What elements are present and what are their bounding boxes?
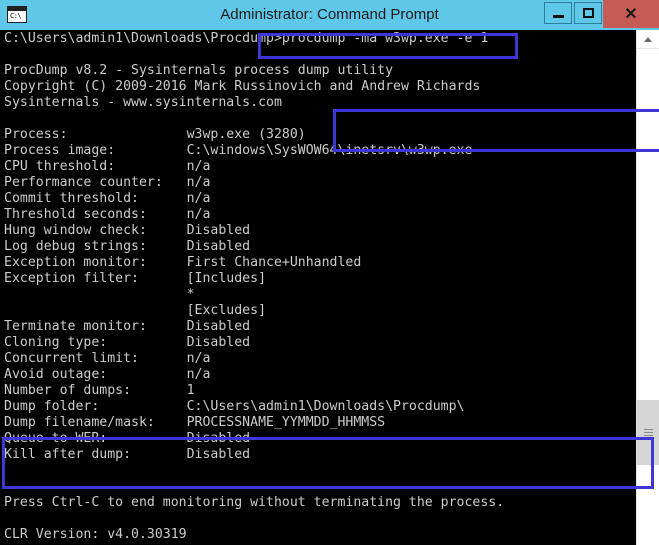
terminal-line: CPU threshold: n/a	[4, 159, 211, 174]
terminal-line: Process image: C:\windows\SysWOW64\inets…	[4, 143, 473, 158]
grip-icon	[643, 429, 653, 436]
maximize-button[interactable]	[574, 2, 602, 24]
terminal-line: ProcDump v8.2 - Sysinternals process dum…	[4, 63, 394, 78]
terminal-line: Cloning type: Disabled	[4, 335, 251, 350]
terminal-line: Queue to WER: Disabled	[4, 431, 251, 446]
terminal-line: Hung window check: Disabled	[4, 223, 251, 238]
terminal-line: Dump filename/mask: PROCESSNAME_YYMMDD_H…	[4, 415, 386, 430]
terminal-line: Press Ctrl-C to end monitoring without t…	[4, 495, 505, 510]
terminal-line: Exception filter: [Includes]	[4, 271, 267, 286]
terminal-line: Dump folder: C:\Users\admin1\Downloads\P…	[4, 399, 465, 414]
terminal-line: C:\Users\admin1\Downloads\Procdump>procd…	[4, 31, 489, 46]
terminal-line: Log debug strings: Disabled	[4, 239, 251, 254]
terminal-line: Copyright (C) 2009-2016 Mark Russinovich…	[4, 79, 481, 94]
terminal-line: Number of dumps: 1	[4, 383, 195, 398]
terminal-text: C:\Users\admin1\Downloads\Procdump>procd…	[4, 31, 636, 545]
terminal-line: CLR Version: v4.0.30319	[4, 527, 187, 542]
terminal-line: Concurrent limit: n/a	[4, 351, 211, 366]
terminal-line: Avoid outage: n/a	[4, 367, 211, 382]
terminal-line: Process: w3wp.exe (3280)	[4, 127, 306, 142]
terminal-line: Exception monitor: First Chance+Unhandle…	[4, 255, 362, 270]
vertical-scrollbar[interactable]	[636, 30, 659, 545]
terminal-line: Threshold seconds: n/a	[4, 207, 211, 222]
terminal-line: *	[4, 287, 195, 302]
console-output-area[interactable]: C:\Users\admin1\Downloads\Procdump>procd…	[0, 30, 636, 545]
terminal-line: [Excludes]	[4, 303, 267, 318]
maximize-icon	[582, 8, 594, 18]
title-bar: C:\ Administrator: Command Prompt ✕	[0, 0, 659, 30]
command-prompt-window: C:\ Administrator: Command Prompt ✕ C:\U…	[0, 0, 659, 545]
close-button[interactable]: ✕	[603, 0, 659, 28]
scrollbar-thumb[interactable]	[637, 400, 659, 465]
terminal-line: Performance counter: n/a	[4, 175, 211, 190]
close-icon: ✕	[624, 6, 638, 23]
terminal-line: Sysinternals - www.sysinternals.com	[4, 95, 282, 110]
terminal-line: Commit threshold: n/a	[4, 191, 211, 206]
terminal-line: Terminate monitor: Disabled	[4, 319, 251, 334]
terminal-line: Kill after dump: Disabled	[4, 447, 251, 462]
chevron-up-icon	[644, 36, 652, 42]
minimize-icon	[552, 14, 564, 18]
scroll-down-button[interactable]	[637, 527, 659, 545]
minimize-button[interactable]	[544, 2, 572, 24]
scroll-up-button[interactable]	[637, 30, 659, 49]
